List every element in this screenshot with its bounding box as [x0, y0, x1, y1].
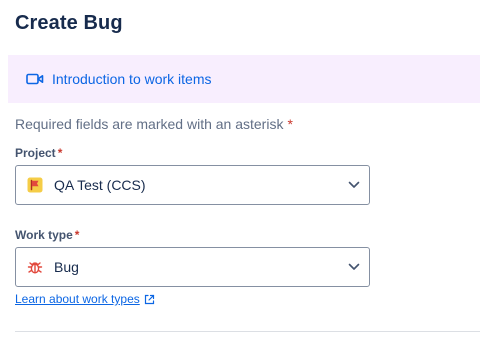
chevron-down-icon	[339, 166, 369, 204]
project-label: Project *	[15, 146, 62, 160]
learn-work-types-link[interactable]: Learn about work types	[15, 292, 155, 306]
chevron-down-icon	[339, 248, 369, 286]
external-link-icon	[144, 294, 155, 305]
learn-work-types-text[interactable]: Learn about work types	[15, 292, 140, 306]
section-divider	[15, 331, 480, 332]
intro-work-items-link[interactable]: Introduction to work items	[52, 71, 212, 87]
work-type-required-asterisk: *	[74, 228, 80, 242]
work-type-label: Work type *	[15, 228, 79, 242]
intro-work-items-banner[interactable]: Introduction to work items	[8, 55, 480, 103]
project-flag-icon	[26, 176, 44, 194]
project-label-text: Project	[15, 146, 56, 160]
work-type-select-value: Bug	[54, 259, 79, 275]
work-type-label-text: Work type	[15, 228, 73, 242]
bug-icon	[26, 258, 44, 276]
required-fields-note: Required fields are marked with an aster…	[15, 116, 293, 132]
video-icon	[26, 72, 44, 86]
project-select-value: QA Test (CCS)	[54, 177, 146, 193]
dialog-title: Create Bug	[15, 12, 123, 34]
required-asterisk: *	[287, 116, 293, 132]
project-required-asterisk: *	[57, 146, 63, 160]
required-note-text: Required fields are marked with an aster…	[15, 116, 284, 132]
project-select[interactable]: QA Test (CCS)	[15, 165, 370, 205]
work-type-select[interactable]: Bug	[15, 247, 370, 287]
